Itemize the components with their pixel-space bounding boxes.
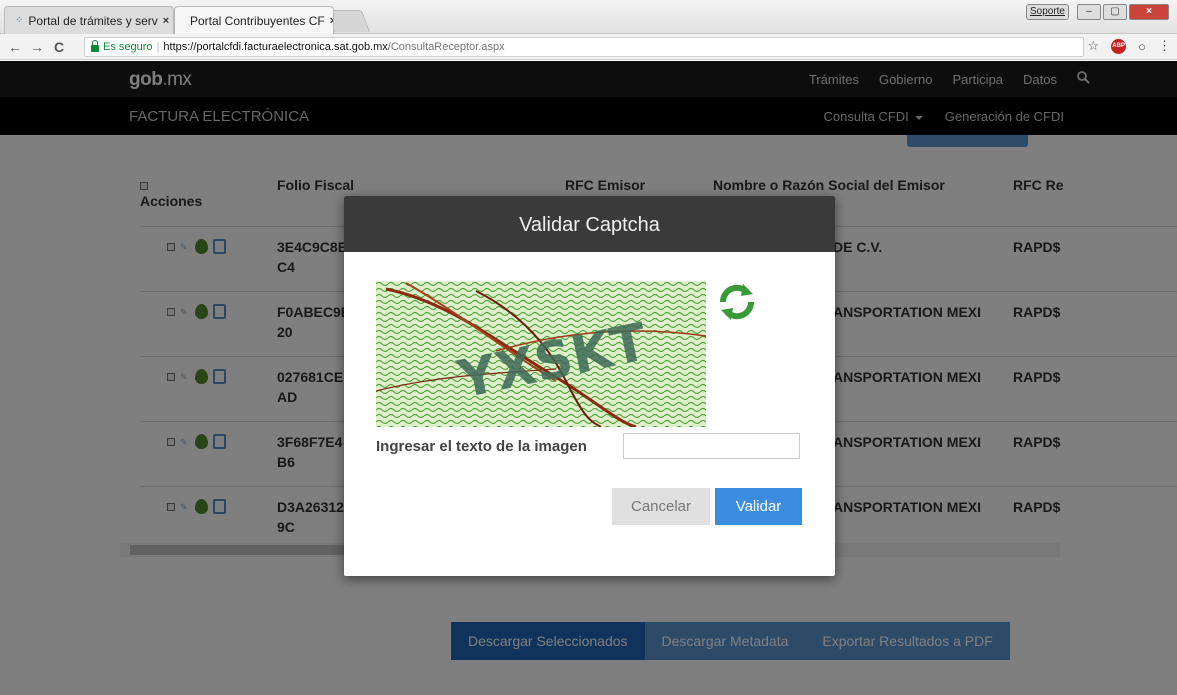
back-arrow-icon[interactable]: ← [4,39,26,55]
browser-tab-bar: ⁘ Portal de trámites y serv × Portal Con… [0,0,1177,34]
validar-button[interactable]: Validar [715,488,802,525]
lock-icon [91,40,99,52]
browser-extension-area: ☆ ABP ○ ⋮ [1087,38,1171,54]
cancel-button[interactable]: Cancelar [612,488,710,525]
modal-title: Validar Captcha [344,196,835,252]
support-button[interactable]: Soporte [1025,4,1069,20]
bookmark-star-icon[interactable]: ☆ [1087,38,1099,54]
grid-favicon-icon: ⁘ [15,15,24,26]
url-host: https://portalcfdi.facturaelectronica.sa… [163,41,388,53]
url-separator: | [156,41,160,53]
extension-circle-icon[interactable]: ○ [1138,39,1146,54]
tab-title: Portal de trámites y serv [28,13,158,28]
captcha-modal: Validar Captcha YXSKT Ingresar el texto … [344,196,835,576]
refresh-captcha-icon[interactable] [717,282,757,322]
captcha-image: YXSKT [376,281,706,427]
address-bar: ← → C Es seguro | https://portalcfdi.fac… [0,34,1177,60]
close-window-icon[interactable]: × [1129,4,1169,20]
minimize-icon[interactable]: – [1077,4,1101,20]
window-controls: Soporte – ▢ × [1025,4,1169,20]
url-input[interactable]: Es seguro | https://portalcfdi.facturael… [84,37,1084,57]
captcha-input[interactable] [623,433,800,459]
forward-arrow-icon[interactable]: → [26,39,48,55]
reload-icon[interactable]: C [48,39,70,55]
secure-label: Es seguro [103,41,153,53]
browser-tab-portal[interactable]: Portal Contribuyentes CF × [174,6,334,34]
close-tab-icon[interactable]: × [330,15,333,27]
adblock-icon[interactable]: ABP [1111,38,1127,54]
url-path: /ConsultaReceptor.aspx [387,41,505,53]
browser-tab-tramites[interactable]: ⁘ Portal de trámites y serv × [4,6,174,34]
tab-title: Portal Contribuyentes CF [190,13,325,28]
captcha-input-label: Ingresar el texto de la imagen [376,438,587,455]
browser-menu-icon[interactable]: ⋮ [1158,38,1171,54]
maximize-icon[interactable]: ▢ [1103,4,1127,20]
close-tab-icon[interactable]: × [163,15,169,27]
